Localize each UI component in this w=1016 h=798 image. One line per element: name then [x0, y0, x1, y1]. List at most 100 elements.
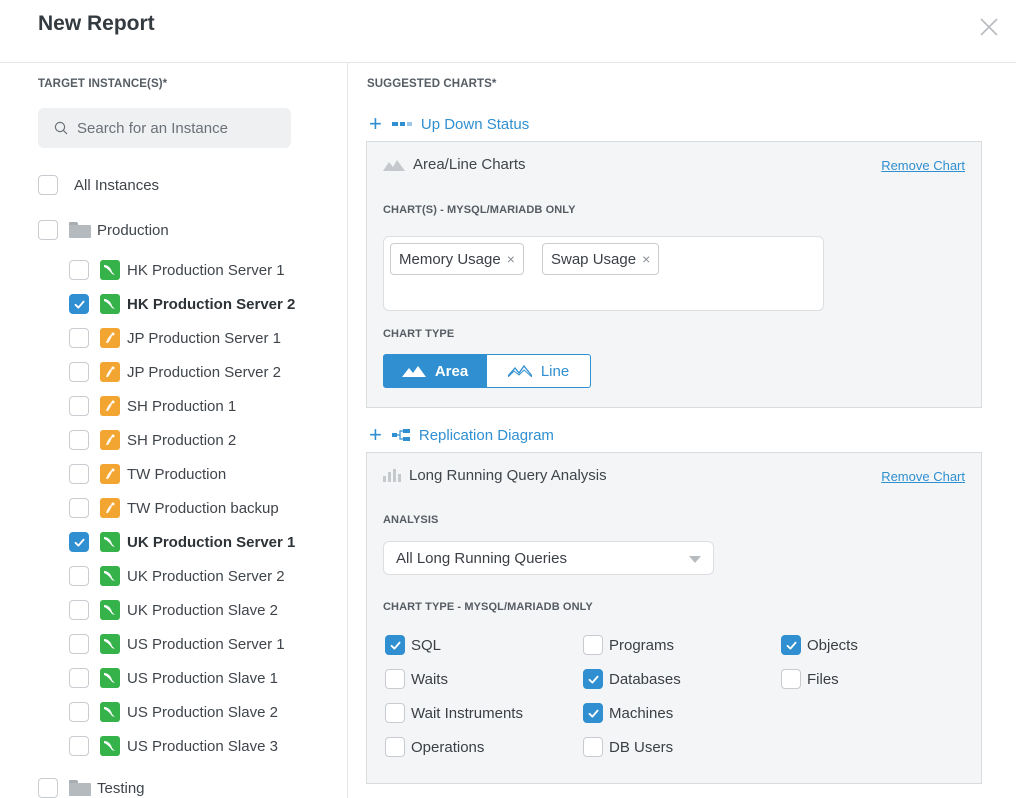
instance-row[interactable]: US Production Slave 1 — [69, 666, 278, 690]
instance-label: JP Production Server 2 — [127, 363, 281, 381]
instance-row[interactable]: SH Production 1 — [69, 394, 236, 418]
tag-label: Swap Usage — [551, 250, 637, 268]
long-running-query-panel: Long Running Query Analysis Remove Chart… — [366, 452, 982, 784]
group-checkbox[interactable] — [38, 220, 58, 240]
option-checkbox[interactable] — [385, 703, 405, 723]
group-row-production[interactable]: Production — [38, 218, 169, 242]
instance-row[interactable]: UK Production Server 2 — [69, 564, 285, 588]
remove-chart-link[interactable]: Remove Chart — [881, 469, 965, 484]
instance-checkbox[interactable] — [69, 634, 89, 654]
instance-label: TW Production — [127, 465, 227, 483]
replication-diagram-icon — [391, 429, 410, 441]
instance-checkbox[interactable] — [69, 566, 89, 586]
mariadb-seal-icon — [100, 464, 120, 484]
instance-row[interactable]: US Production Slave 2 — [69, 700, 278, 724]
header-divider — [0, 62, 1016, 63]
mariadb-seal-icon — [100, 498, 120, 518]
instance-checkbox[interactable] — [69, 532, 89, 552]
mysql-dolphin-icon — [100, 702, 120, 722]
add-up-down-status-link[interactable]: + Up Down Status — [369, 113, 530, 135]
instance-label: UK Production Slave 2 — [127, 601, 278, 619]
instance-label: UK Production Server 1 — [127, 533, 296, 551]
chart-type-option[interactable]: Programs — [583, 635, 674, 655]
instance-row[interactable]: HK Production Server 2 — [69, 292, 295, 316]
suggested-charts-label: SUGGESTED CHARTS* — [367, 78, 497, 90]
option-checkbox[interactable] — [781, 669, 801, 689]
folder-icon — [69, 222, 91, 238]
chart-type-option[interactable]: Operations — [385, 737, 484, 757]
chart-type-line-button[interactable]: Line — [487, 354, 591, 388]
option-checkbox[interactable] — [385, 737, 405, 757]
instance-search[interactable] — [38, 108, 291, 148]
group-checkbox[interactable] — [38, 778, 58, 798]
group-row-testing[interactable]: Testing — [38, 776, 145, 798]
option-label: Waits — [411, 670, 448, 688]
instance-checkbox[interactable] — [69, 260, 89, 280]
instance-checkbox[interactable] — [69, 668, 89, 688]
option-label: Wait Instruments — [411, 704, 523, 722]
chart-type-option[interactable]: DB Users — [583, 737, 673, 757]
chart-tags-input[interactable]: Memory Usage × Swap Usage × — [383, 236, 824, 311]
chart-type-option[interactable]: Files — [781, 669, 839, 689]
search-input[interactable] — [77, 119, 277, 137]
instance-label: UK Production Server 2 — [127, 567, 285, 585]
option-checkbox[interactable] — [583, 737, 603, 757]
option-checkbox[interactable] — [583, 635, 603, 655]
option-checkbox[interactable] — [583, 703, 603, 723]
instance-row[interactable]: JP Production Server 2 — [69, 360, 281, 384]
area-chart-icon — [401, 366, 426, 377]
mysql-dolphin-icon — [100, 532, 120, 552]
instance-row[interactable]: UK Production Server 1 — [69, 530, 295, 554]
instance-row[interactable]: TW Production — [69, 462, 226, 486]
instance-checkbox[interactable] — [69, 736, 89, 756]
add-replication-diagram-link[interactable]: + Replication Diagram — [369, 424, 554, 446]
chart-type-option[interactable]: Databases — [583, 669, 681, 689]
instance-row[interactable]: SH Production 2 — [69, 428, 236, 452]
close-button[interactable] — [976, 14, 1002, 40]
option-checkbox[interactable] — [781, 635, 801, 655]
option-label: Objects — [807, 636, 858, 654]
chart-type-area-button[interactable]: Area — [383, 354, 487, 388]
instance-row[interactable]: TW Production backup — [69, 496, 279, 520]
option-checkbox[interactable] — [385, 635, 405, 655]
option-checkbox[interactable] — [583, 669, 603, 689]
instance-label: US Production Server 1 — [127, 635, 285, 653]
tag-memory-usage: Memory Usage × — [390, 243, 524, 275]
instance-row[interactable]: HK Production Server 1 — [69, 258, 285, 282]
folder-icon — [69, 780, 91, 796]
chart-type-option[interactable]: SQL — [385, 635, 441, 655]
all-instances-checkbox[interactable] — [38, 175, 58, 195]
chart-type-option[interactable]: Objects — [781, 635, 858, 655]
instance-checkbox[interactable] — [69, 362, 89, 382]
option-checkbox[interactable] — [385, 669, 405, 689]
all-instances-row[interactable]: All Instances — [38, 173, 159, 197]
remove-chart-link[interactable]: Remove Chart — [881, 158, 965, 173]
instance-row[interactable]: UK Production Slave 2 — [69, 598, 278, 622]
instance-checkbox[interactable] — [69, 294, 89, 314]
instance-row[interactable]: JP Production Server 1 — [69, 326, 281, 350]
instance-row[interactable]: US Production Slave 3 — [69, 734, 278, 758]
instance-checkbox[interactable] — [69, 702, 89, 722]
up-down-status-icon — [391, 120, 412, 128]
instance-checkbox[interactable] — [69, 328, 89, 348]
chart-type-option[interactable]: Wait Instruments — [385, 703, 523, 723]
chart-type-option[interactable]: Waits — [385, 669, 448, 689]
instance-checkbox[interactable] — [69, 464, 89, 484]
add-link-label: Replication Diagram — [418, 426, 554, 444]
chart-type-option[interactable]: Machines — [583, 703, 673, 723]
instance-label: US Production Slave 2 — [127, 703, 278, 721]
remove-tag-icon[interactable]: × — [642, 251, 650, 267]
group-label: Testing — [97, 779, 145, 797]
analysis-select[interactable]: All Long Running Queries — [383, 541, 714, 575]
instance-row[interactable]: US Production Server 1 — [69, 632, 285, 656]
instance-checkbox[interactable] — [69, 600, 89, 620]
add-link-label: Up Down Status — [420, 115, 530, 133]
instance-checkbox[interactable] — [69, 430, 89, 450]
instance-label: SH Production 1 — [127, 397, 237, 415]
instance-checkbox[interactable] — [69, 498, 89, 518]
instance-checkbox[interactable] — [69, 396, 89, 416]
instance-label: SH Production 2 — [127, 431, 237, 449]
mysql-dolphin-icon — [100, 736, 120, 756]
mysql-dolphin-icon — [100, 260, 120, 280]
remove-tag-icon[interactable]: × — [507, 251, 515, 267]
